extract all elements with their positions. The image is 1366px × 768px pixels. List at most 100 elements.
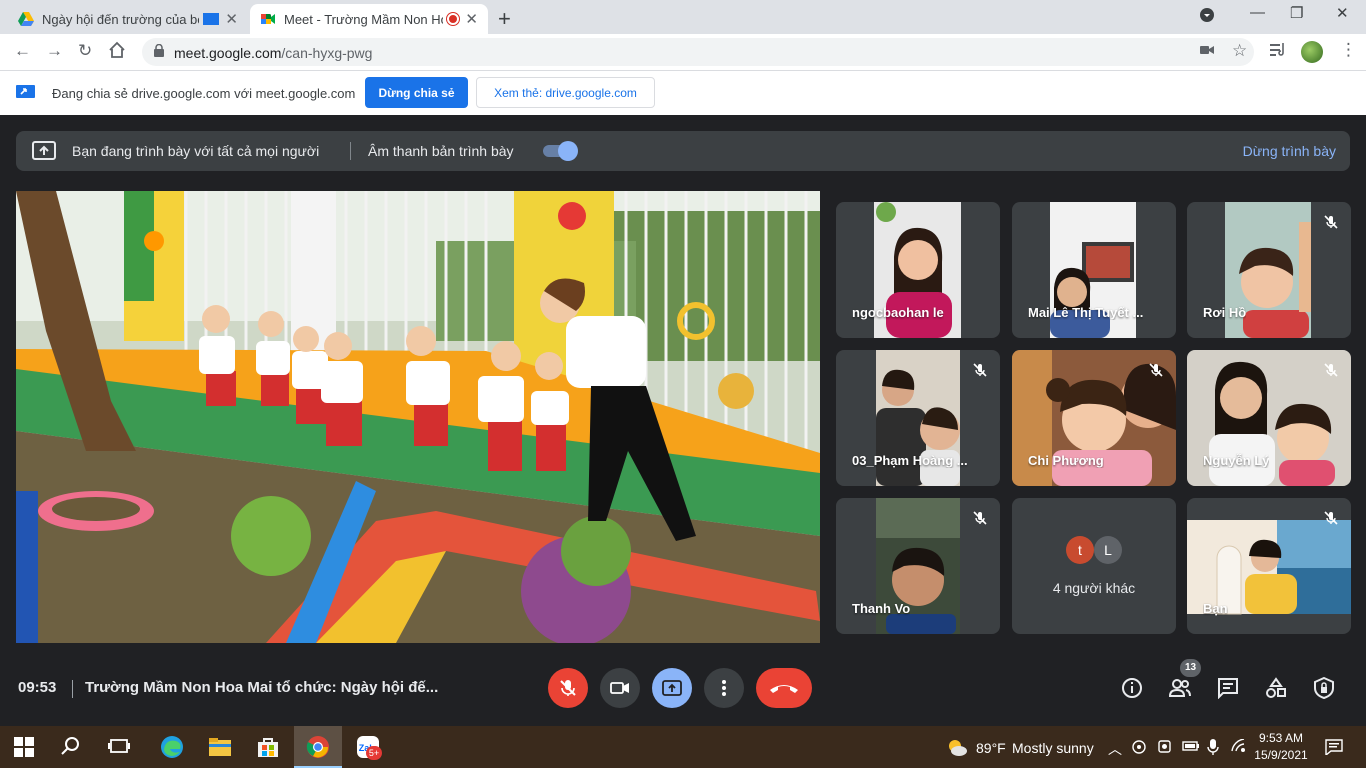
hang-up-icon — [770, 685, 798, 693]
participant-name: Chi Phương — [1028, 453, 1104, 468]
stop-presenting-link[interactable]: Dừng trình bày — [1243, 143, 1336, 159]
tab-title: Ngày hội đến trường của bé — [42, 11, 200, 27]
profile-avatar[interactable] — [1301, 41, 1323, 63]
participant-tile[interactable]: Nguyễn Lý — [1187, 350, 1351, 486]
bookmark-star-icon[interactable]: ☆ — [1232, 41, 1247, 61]
meet-tray-icon[interactable] — [1131, 739, 1147, 758]
participant-tile[interactable]: Rơi Hồ — [1187, 202, 1351, 338]
tab-title: Meet - Trường Mầm Non Hoa — [284, 11, 444, 27]
mic-off-icon — [973, 511, 987, 525]
camera-in-use-icon[interactable] — [1200, 43, 1214, 61]
weather-description[interactable]: Mostly sunny — [1012, 740, 1094, 756]
present-now-button[interactable] — [652, 668, 692, 708]
weather-temperature[interactable]: 89°F — [976, 740, 1006, 756]
notifications-icon[interactable] — [1325, 739, 1343, 758]
browser-tab-drive[interactable]: Ngày hội đến trường của bé ✕ — [8, 4, 248, 34]
new-tab-icon[interactable]: + — [498, 6, 511, 32]
presenting-bar: Bạn đang trình bày với tất cả mọi người … — [16, 131, 1350, 171]
taskbar-file-explorer[interactable] — [196, 726, 244, 768]
meeting-clock: 09:53 — [18, 679, 57, 696]
forward-icon[interactable]: → — [46, 41, 63, 61]
toggle-thumb — [558, 141, 578, 161]
participant-tile[interactable]: 03_Phạm Hoàng ... — [836, 350, 1000, 486]
recording-icon — [447, 13, 460, 25]
people-count-badge: 13 — [1180, 659, 1201, 677]
close-tab-icon[interactable]: ✕ — [225, 10, 238, 28]
chrome-icon — [306, 736, 329, 758]
presentation-audio-toggle[interactable] — [541, 140, 579, 162]
others-count-label: 4 người khác — [1052, 580, 1136, 596]
lock-icon[interactable] — [154, 44, 164, 57]
taskbar-edge[interactable] — [148, 726, 196, 768]
taskbar-zalo[interactable]: Zalo 5+ — [344, 726, 392, 768]
url-host: meet.google.com — [174, 45, 282, 61]
participant-tile[interactable]: Chi Phương — [1012, 350, 1176, 486]
stop-sharing-button[interactable]: Dừng chia sẻ — [365, 77, 468, 108]
show-hidden-icons[interactable]: ︿ — [1108, 739, 1122, 759]
view-tab-button[interactable]: Xem thẻ: drive.google.com — [476, 77, 655, 108]
reload-icon[interactable]: ↻ — [78, 41, 92, 61]
others-tile[interactable]: t L 4 người khác — [1012, 498, 1176, 634]
taskbar-date[interactable]: 15/9/2021 — [1254, 748, 1308, 762]
address-bar[interactable]: meet.google.com/can-hyxg-pwg ☆ — [142, 38, 1254, 66]
screen-share-icon — [16, 85, 35, 98]
task-view-icon — [108, 739, 130, 753]
webcam-in-use-icon[interactable] — [1157, 739, 1173, 758]
presented-content — [16, 191, 820, 643]
notification-badge: 5+ — [366, 746, 382, 760]
browser-tab-meet[interactable]: Meet - Trường Mầm Non Hoa ✕ — [250, 4, 488, 34]
meeting-title: Trường Mầm Non Hoa Mai tổ chức: Ngày hội… — [85, 679, 439, 696]
presenting-message: Bạn đang trình bày với tất cả mọi người — [72, 143, 320, 159]
participant-name: Mai Lê Thị Tuyết ... — [1028, 305, 1144, 320]
meeting-details-icon[interactable] — [1121, 677, 1143, 699]
people-icon[interactable] — [1169, 677, 1191, 699]
presentation-photo — [16, 191, 820, 643]
share-notice-text: Đang chia sẻ drive.google.com với meet.g… — [52, 86, 356, 101]
taskbar-time[interactable]: 9:53 AM — [1256, 731, 1306, 745]
divider — [72, 680, 73, 698]
url-text: meet.google.com/can-hyxg-pwg — [174, 45, 372, 61]
search-button[interactable] — [48, 726, 96, 768]
mic-off-icon — [560, 680, 576, 696]
media-control-icon[interactable] — [1270, 43, 1286, 61]
self-tile[interactable]: Bạn — [1187, 498, 1351, 634]
mic-off-icon — [1324, 215, 1338, 229]
camera-button[interactable] — [600, 668, 640, 708]
participant-name: Thanh Vo — [852, 601, 911, 616]
more-options-button[interactable] — [704, 668, 744, 708]
task-view-button[interactable] — [96, 726, 144, 768]
microphone-button[interactable] — [548, 668, 588, 708]
home-icon[interactable] — [108, 41, 126, 64]
url-path: /can-hyxg-pwg — [281, 45, 373, 61]
minimize-icon[interactable]: — — [1250, 4, 1265, 21]
wifi-icon[interactable] — [1230, 738, 1246, 756]
restore-icon[interactable]: ❐ — [1290, 4, 1303, 22]
chat-icon[interactable] — [1217, 677, 1239, 699]
browser-toolbar: ← → ↻ meet.google.com/can-hyxg-pwg ☆ ⋮ — [0, 34, 1366, 71]
weather-sun-icon[interactable] — [946, 737, 968, 757]
presentation-audio-label: Âm thanh bản trình bày — [368, 143, 514, 159]
participant-name: Nguyễn Lý — [1203, 453, 1270, 468]
participant-tile[interactable]: Thanh Vo — [836, 498, 1000, 634]
close-window-icon[interactable]: ✕ — [1336, 4, 1349, 22]
divider — [350, 142, 351, 160]
windows-icon — [14, 737, 34, 757]
activities-icon[interactable] — [1265, 677, 1287, 699]
participant-tile[interactable]: Mai Lê Thị Tuyết ... — [1012, 202, 1176, 338]
start-button[interactable] — [0, 726, 48, 768]
microphone-tray-icon[interactable] — [1207, 739, 1219, 758]
leave-call-button[interactable] — [756, 668, 812, 708]
share-notice-bar: Đang chia sẻ drive.google.com với meet.g… — [0, 71, 1366, 115]
taskbar-chrome[interactable] — [294, 726, 342, 768]
browser-tab-bar: Ngày hội đến trường của bé ✕ Meet - Trườ… — [0, 0, 1366, 34]
present-screen-icon — [32, 141, 56, 160]
taskbar-store[interactable] — [244, 726, 292, 768]
close-tab-icon[interactable]: ✕ — [465, 10, 478, 28]
host-controls-icon[interactable] — [1313, 677, 1335, 699]
back-icon[interactable]: ← — [14, 41, 31, 61]
participant-tile[interactable]: ngocbaohan le — [836, 202, 1000, 338]
menu-icon[interactable]: ⋮ — [1340, 40, 1357, 60]
tab-search-icon[interactable] — [1200, 8, 1214, 26]
battery-icon[interactable] — [1182, 739, 1200, 756]
more-vert-icon — [722, 680, 726, 696]
